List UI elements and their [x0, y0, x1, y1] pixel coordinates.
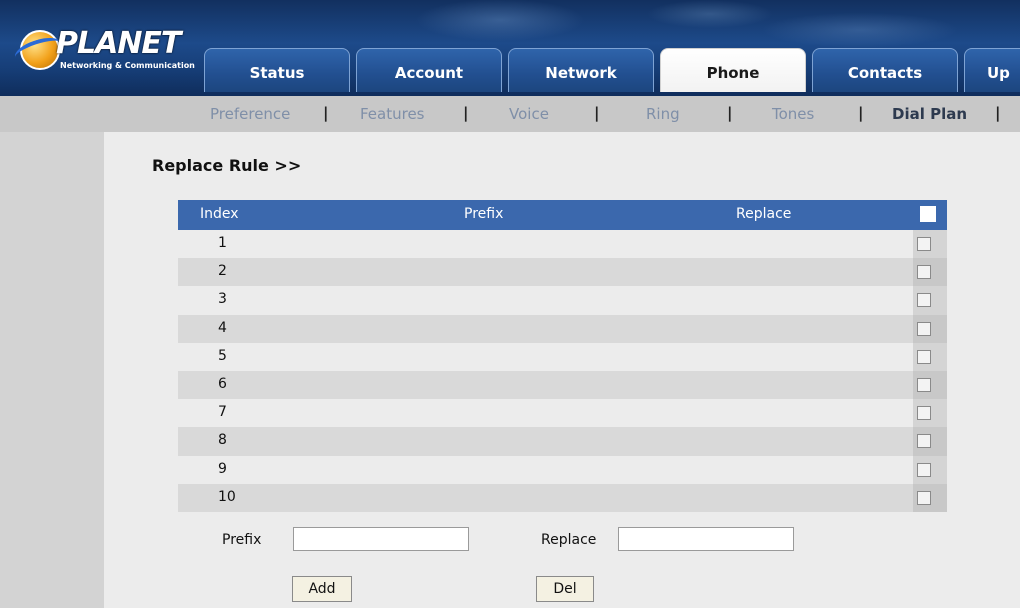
- row-index: 5: [218, 347, 227, 364]
- sub-navigation: Preference | Features | Voice | Ring | T…: [0, 96, 1020, 132]
- table-row: 6: [178, 370, 947, 400]
- logo-wordmark: PLANET: [56, 26, 181, 61]
- table-header: Index Prefix Replace: [178, 200, 947, 230]
- tab-status[interactable]: Status: [204, 48, 350, 92]
- prefix-label: Prefix: [222, 532, 262, 548]
- row-checkbox[interactable]: [917, 377, 931, 392]
- row-checkbox[interactable]: [917, 406, 931, 421]
- table-row: 7: [178, 399, 947, 428]
- tab-network[interactable]: Network: [508, 48, 654, 92]
- subnav-separator: |: [594, 104, 600, 122]
- header-banner: PLANET Networking & Communication Status…: [0, 0, 1020, 96]
- table-row: 9: [178, 455, 947, 484]
- subnav-tones[interactable]: Tones: [772, 105, 814, 123]
- column-header-prefix: Prefix: [464, 206, 504, 222]
- prefix-input[interactable]: [293, 527, 469, 551]
- replace-rule-table: Index Prefix Replace 1 2 3 4 5 6 7 8 9 1…: [178, 200, 947, 512]
- subnav-ring[interactable]: Ring: [646, 105, 680, 123]
- subnav-separator: |: [858, 104, 864, 122]
- subnav-separator: |: [995, 104, 1001, 122]
- row-index: 10: [218, 488, 236, 505]
- row-index: 4: [218, 319, 227, 336]
- row-checkbox[interactable]: [917, 293, 931, 308]
- subnav-separator: |: [463, 104, 469, 122]
- row-index: 2: [218, 263, 227, 280]
- add-button[interactable]: Add: [292, 576, 352, 602]
- column-header-replace: Replace: [736, 206, 792, 222]
- row-checkbox[interactable]: [917, 265, 931, 280]
- column-header-index: Index: [200, 206, 239, 222]
- row-index: 9: [218, 460, 227, 477]
- row-index: 7: [218, 404, 227, 421]
- replace-label: Replace: [541, 532, 597, 548]
- row-index: 1: [218, 235, 227, 251]
- row-checkbox[interactable]: [917, 321, 931, 336]
- tab-phone[interactable]: Phone: [660, 48, 806, 92]
- del-button[interactable]: Del: [536, 576, 594, 602]
- table-row: 10: [178, 483, 947, 512]
- table-row: 1: [178, 230, 947, 259]
- tab-upgrade[interactable]: Up: [964, 48, 1020, 92]
- table-row: 8: [178, 427, 947, 456]
- table-row: 3: [178, 286, 947, 315]
- row-index: 6: [218, 375, 227, 392]
- row-checkbox[interactable]: [917, 434, 931, 449]
- row-checkbox[interactable]: [917, 462, 931, 477]
- row-index: 8: [218, 432, 227, 449]
- subnav-dial-plan[interactable]: Dial Plan: [892, 105, 967, 123]
- planet-logo[interactable]: PLANET Networking & Communication: [0, 6, 200, 86]
- tab-contacts[interactable]: Contacts: [812, 48, 958, 92]
- row-checkbox[interactable]: [917, 490, 931, 505]
- subnav-voice[interactable]: Voice: [509, 105, 549, 123]
- row-index: 3: [218, 291, 227, 308]
- logo-tagline: Networking & Communication: [60, 61, 195, 70]
- left-sidebar-strip: [0, 132, 104, 608]
- subnav-separator: |: [727, 104, 733, 122]
- table-row: 5: [178, 342, 947, 371]
- table-row: 4: [178, 314, 947, 343]
- subnav-separator: |: [323, 104, 329, 122]
- row-checkbox[interactable]: [917, 349, 931, 364]
- row-checkbox[interactable]: [917, 237, 931, 251]
- select-all-checkbox[interactable]: [920, 206, 936, 222]
- subnav-features[interactable]: Features: [360, 105, 425, 123]
- table-row: 2: [178, 258, 947, 287]
- replace-input[interactable]: [618, 527, 794, 551]
- section-title: Replace Rule >>: [152, 156, 302, 175]
- subnav-preference[interactable]: Preference: [210, 105, 290, 123]
- tab-account[interactable]: Account: [356, 48, 502, 92]
